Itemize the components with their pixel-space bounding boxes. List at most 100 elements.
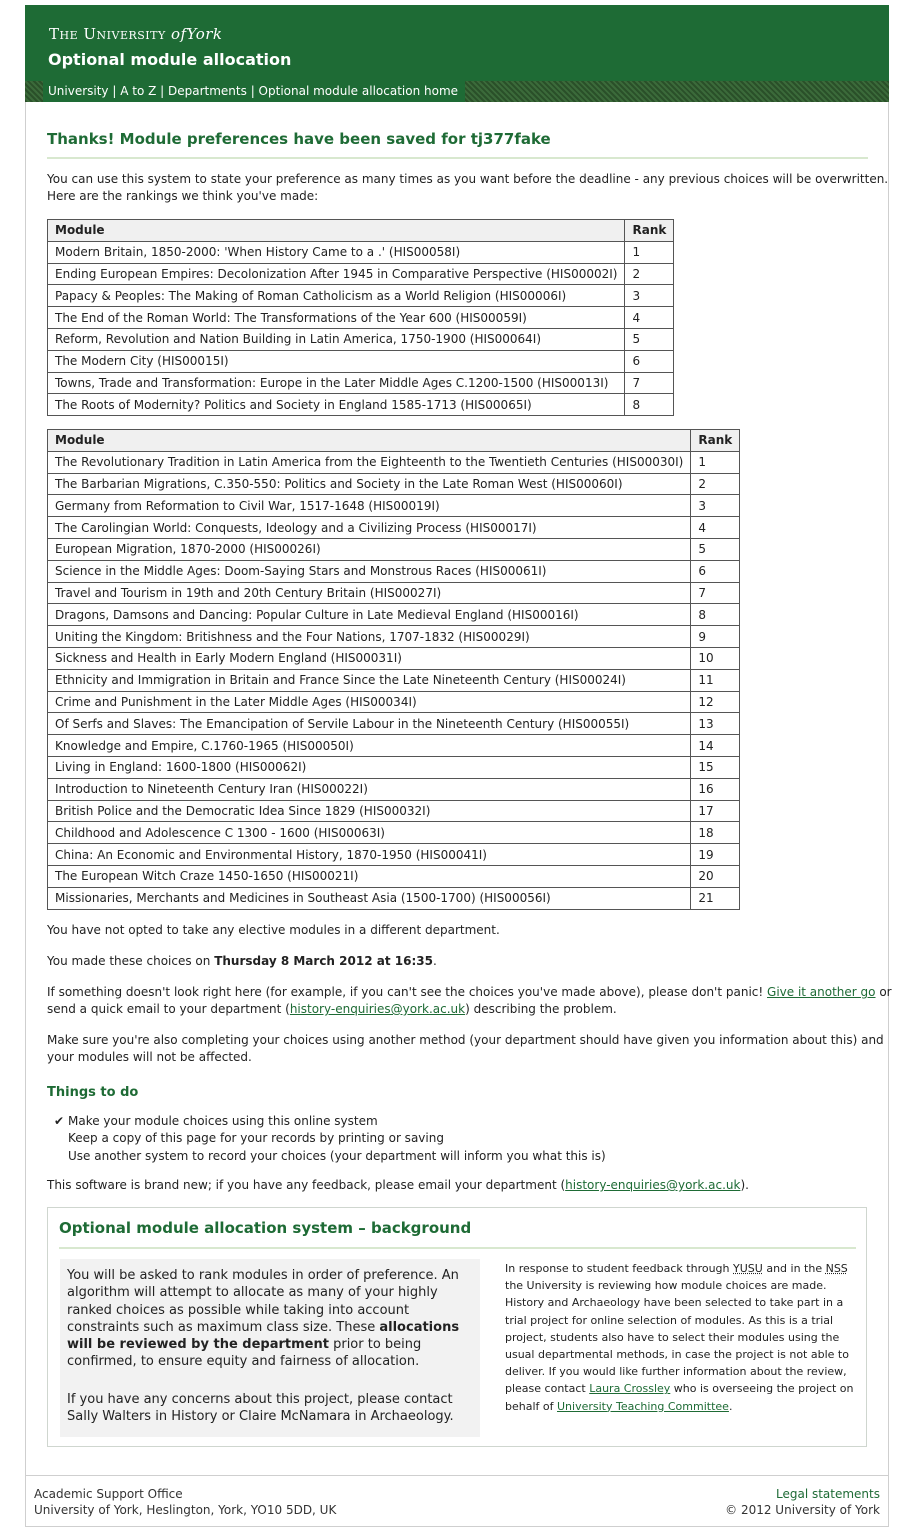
department-email-link[interactable]: history-enquiries@york.ac.uk (290, 1002, 465, 1016)
module-cell: Missionaries, Merchants and Medicines in… (46, 886, 692, 910)
rank-cell: 5 (690, 537, 741, 561)
rank-cell: 6 (690, 559, 741, 583)
todo-text: Keep a copy of this page for your record… (68, 1131, 444, 1145)
table-row: Living in England: 1600-1800 (HIS00062I)… (46, 755, 741, 779)
table-row: Introduction to Nineteenth Century Iran … (46, 777, 741, 801)
background-para-2: If you have any concerns about this proj… (67, 1392, 454, 1425)
intro-text: You can use this system to state your pr… (47, 171, 888, 205)
footer-address: Academic Support Office University of Yo… (34, 1486, 336, 1518)
rank-cell: 14 (690, 734, 741, 757)
table-row: The Barbarian Migrations, C.350-550: Pol… (46, 472, 741, 496)
elective-note: You have not opted to take any elective … (47, 923, 500, 937)
retry-link[interactable]: Give it another go (767, 985, 876, 999)
background-panel: Optional module allocation system – back… (47, 1207, 867, 1447)
module-cell: China: An Economic and Environmental His… (46, 843, 692, 866)
table-row: Reform, Revolution and Nation Building i… (46, 327, 675, 351)
university-logo[interactable]: The University ofYork (49, 25, 223, 43)
background-side-text: In response to student feedback through … (505, 1260, 855, 1415)
table-row: China: An Economic and Environmental His… (46, 843, 741, 866)
rank-cell: 7 (690, 581, 741, 605)
todo-text: Use another system to record your choice… (68, 1149, 606, 1163)
rank-cell: 4 (690, 516, 741, 539)
rank-cell: 10 (690, 646, 741, 670)
logo-york: York (186, 25, 223, 43)
background-heading: Optional module allocation system – back… (59, 1219, 472, 1237)
feedback-suffix: ). (740, 1178, 749, 1192)
module-cell: Modern Britain, 1850-2000: 'When History… (46, 240, 626, 264)
nav-links: University | A to Z | Departments | Opti… (43, 81, 466, 102)
rank-cell: 11 (690, 668, 741, 692)
footer-copyright: © 2012 University of York (725, 1503, 880, 1517)
nav-home-link[interactable]: Optional module allocation home (259, 84, 458, 98)
table-row: Knowledge and Empire, C.1760-1965 (HIS00… (46, 734, 741, 757)
table-row: The Carolingian World: Conquests, Ideolo… (46, 516, 741, 539)
module-cell: Germany from Reformation to Civil War, 1… (46, 494, 692, 518)
site-title: Optional module allocation (48, 50, 292, 69)
module-cell: Ethnicity and Immigration in Britain and… (46, 668, 692, 692)
module-cell: The Barbarian Migrations, C.350-550: Pol… (46, 472, 692, 496)
module-cell: Ending European Empires: Decolonization … (46, 262, 626, 286)
rank-cell: 7 (624, 371, 675, 395)
rank-column-header: Rank (624, 219, 675, 242)
module-cell: Living in England: 1600-1800 (HIS00062I) (46, 755, 692, 779)
nav-separator: | (108, 84, 121, 98)
feedback-email-link[interactable]: history-enquiries@york.ac.uk (565, 1178, 740, 1192)
rank-column-header: Rank (690, 429, 741, 452)
nav-departments-link[interactable]: Departments (168, 84, 247, 98)
nav-bar: University | A to Z | Departments | Opti… (25, 81, 889, 102)
rankings-table-2: Module Rank The Revolutionary Tradition … (46, 429, 741, 910)
table-header-row: Module Rank (46, 219, 675, 242)
help-prefix: If something doesn't look right here (fo… (47, 985, 768, 999)
help-text: If something doesn't look right here (fo… (47, 984, 892, 1018)
rankings-table-1: Module Rank Modern Britain, 1850-2000: '… (46, 219, 675, 417)
legal-statements-link[interactable]: Legal statements (776, 1487, 880, 1501)
background-para-1: You will be asked to rank modules in ord… (67, 1267, 477, 1371)
module-cell: The End of the Roman World: The Transfor… (46, 306, 626, 329)
feedback-prefix: This software is brand new; if you have … (47, 1178, 566, 1192)
module-cell: Towns, Trade and Transformation: Europe … (46, 371, 626, 395)
rank-cell: 19 (690, 843, 741, 866)
rank-cell: 2 (690, 472, 741, 496)
nav-atoz-link[interactable]: A to Z (120, 84, 156, 98)
rank-cell: 20 (690, 864, 741, 888)
module-cell: The Revolutionary Tradition in Latin Ame… (46, 450, 692, 474)
committee-link[interactable]: University Teaching Committee (557, 1400, 729, 1413)
page-title: Thanks! Module preferences have been sav… (47, 130, 551, 148)
module-cell: Childhood and Adolescence C 1300 - 1600 … (46, 821, 692, 845)
table-row: European Migration, 1870-2000 (HIS00026I… (46, 537, 741, 561)
background-summary: You will be asked to rank modules in ord… (60, 1259, 480, 1437)
rank-cell: 12 (690, 690, 741, 714)
table-row: Dragons, Damsons and Dancing: Popular Cu… (46, 603, 741, 627)
check-icon: ✔ (54, 1114, 65, 1128)
module-cell: Uniting the Kingdom: Britishness and the… (46, 625, 692, 648)
rank-cell: 4 (624, 306, 675, 329)
table-row: Papacy & Peoples: The Making of Roman Ca… (46, 284, 675, 308)
module-cell: The Carolingian World: Conquests, Ideolo… (46, 516, 692, 539)
module-cell: Sickness and Health in Early Modern Engl… (46, 646, 692, 670)
module-cell: Reform, Revolution and Nation Building i… (46, 327, 626, 351)
nav-university-link[interactable]: University (48, 84, 109, 98)
module-cell: Dragons, Damsons and Dancing: Popular Cu… (46, 603, 692, 627)
table-row: Sickness and Health in Early Modern Engl… (46, 646, 741, 670)
footer-office: Academic Support Office (34, 1487, 183, 1501)
module-column-header: Module (46, 429, 692, 452)
side-text-b: and in the (762, 1262, 826, 1275)
rank-cell: 3 (624, 284, 675, 308)
rank-cell: 3 (690, 494, 741, 518)
other-method-text: Make sure you're also completing your ch… (47, 1032, 884, 1066)
contact-link[interactable]: Laura Crossley (589, 1382, 670, 1395)
table-header-row: Module Rank (46, 429, 741, 452)
table-row: Science in the Middle Ages: Doom-Saying … (46, 559, 741, 583)
module-cell: The European Witch Craze 1450-1650 (HIS0… (46, 864, 692, 888)
help-line2-suffix: ) describing the problem. (465, 1002, 617, 1016)
module-cell: Introduction to Nineteenth Century Iran … (46, 777, 692, 801)
todo-item: Keep a copy of this page for your record… (54, 1130, 444, 1147)
table-row: Ethnicity and Immigration in Britain and… (46, 668, 741, 692)
module-cell: Science in the Middle Ages: Doom-Saying … (46, 559, 692, 583)
divider (47, 157, 868, 159)
rank-cell: 2 (624, 262, 675, 286)
table-row: British Police and the Democratic Idea S… (46, 799, 741, 823)
table-row: The Modern City (HIS00015I) 6 (46, 349, 675, 373)
other-line-1: Make sure you're also completing your ch… (47, 1033, 884, 1047)
choices-date: Thursday 8 March 2012 at 16:35 (214, 954, 433, 968)
